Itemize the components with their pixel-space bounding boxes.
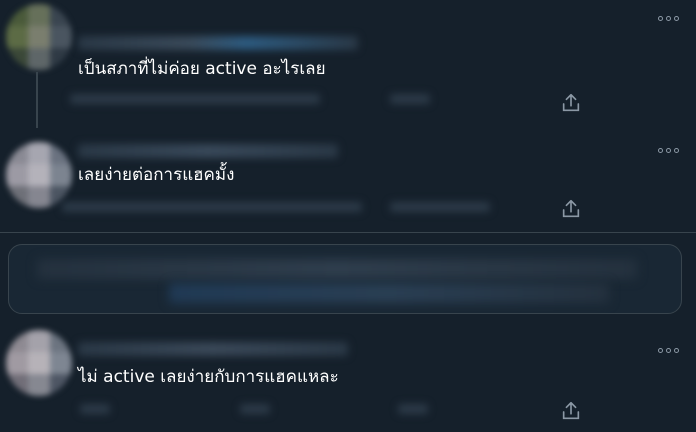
reply-tweet[interactable]: เป็นสภาที่ไม่ค่อย active อะไรเลย xyxy=(0,0,696,128)
more-options-icon[interactable] xyxy=(658,144,682,156)
share-icon[interactable] xyxy=(560,198,582,220)
author-header[interactable] xyxy=(78,144,338,158)
author-header[interactable] xyxy=(78,342,348,356)
avatar[interactable] xyxy=(6,330,72,396)
divider xyxy=(0,232,696,233)
avatar[interactable] xyxy=(6,142,72,208)
reply-tweet[interactable]: ไม่ active เลยง่ายกับการแฮคแหละ xyxy=(0,316,696,432)
action-bar[interactable] xyxy=(240,404,270,414)
author-header[interactable] xyxy=(78,36,358,50)
action-bar[interactable] xyxy=(398,404,428,414)
action-bar[interactable] xyxy=(390,202,490,212)
reply-text: ไม่ active เลยง่ายกับการแฮคแหละ xyxy=(78,367,339,387)
blurred-card[interactable] xyxy=(8,244,682,314)
share-icon[interactable] xyxy=(560,400,582,422)
more-options-icon[interactable] xyxy=(658,344,682,356)
action-bar[interactable] xyxy=(80,404,110,414)
reply-text: เป็นสภาที่ไม่ค่อย active อะไรเลย xyxy=(78,59,326,79)
thread-line xyxy=(36,72,38,128)
reply-text: เลยง่ายต่อการแฮคมั้ง xyxy=(78,165,235,185)
action-bar[interactable] xyxy=(70,94,320,104)
action-bar[interactable] xyxy=(390,94,430,104)
more-options-icon[interactable] xyxy=(658,12,682,24)
avatar[interactable] xyxy=(6,4,72,70)
share-icon[interactable] xyxy=(560,92,582,114)
action-bar[interactable] xyxy=(62,202,362,212)
reply-tweet[interactable]: เลยง่ายต่อการแฮคมั้ง xyxy=(0,128,696,232)
